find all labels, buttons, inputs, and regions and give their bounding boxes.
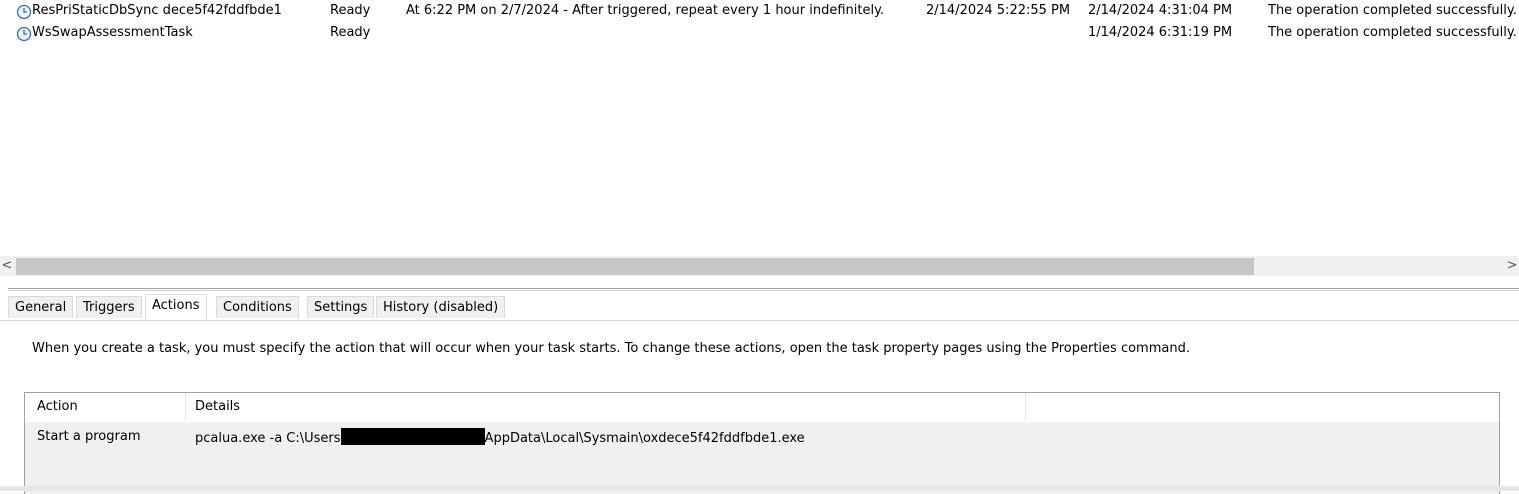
redaction-bar xyxy=(340,428,485,445)
column-header-action[interactable]: Action xyxy=(37,393,78,421)
task-last-run: 2/14/2024 4:31:04 PM xyxy=(1088,3,1233,18)
actions-description: When you create a task, you must specify… xyxy=(32,341,1190,356)
bottom-edge xyxy=(0,486,1519,491)
task-status: Ready xyxy=(330,3,371,18)
tab-settings[interactable]: Settings xyxy=(307,296,375,318)
task-last-run: 1/14/2024 6:31:19 PM xyxy=(1088,25,1233,40)
actions-table[interactable]: Action Details Start a program pcalua.ex… xyxy=(24,392,1500,494)
actions-tab-panel: When you create a task, you must specify… xyxy=(0,320,1519,494)
clock-icon xyxy=(16,26,32,42)
splitter-line xyxy=(8,288,1519,289)
task-row[interactable]: ResPriStaticDbSync dece5f42fddfbde1 Read… xyxy=(0,0,1519,22)
task-name: WsSwapAssessmentTask xyxy=(32,25,193,40)
column-header-details[interactable]: Details xyxy=(195,393,240,421)
tab-conditions[interactable]: Conditions xyxy=(216,296,299,318)
column-divider xyxy=(185,393,186,421)
pane-splitter[interactable] xyxy=(0,276,1519,294)
task-next-run: 2/14/2024 5:22:55 PM xyxy=(926,3,1071,18)
tab-actions[interactable]: Actions xyxy=(145,294,207,320)
details-prefix: pcalua.exe -a C:\Users xyxy=(195,431,341,446)
task-last-result: The operation completed successfully. xyxy=(1268,3,1517,18)
tab-strip: General Triggers Actions Conditions Sett… xyxy=(0,294,1519,320)
task-row[interactable]: WsSwapAssessmentTask Ready 1/14/2024 6:3… xyxy=(0,22,1519,44)
task-last-result: The operation completed successfully. xyxy=(1268,25,1517,40)
horizontal-scrollbar[interactable]: < > xyxy=(0,256,1519,276)
task-status: Ready xyxy=(330,25,371,40)
task-triggers: At 6:22 PM on 2/7/2024 - After triggered… xyxy=(406,3,885,18)
scrollbar-thumb[interactable] xyxy=(16,258,1254,275)
tab-triggers[interactable]: Triggers xyxy=(76,296,142,318)
clock-icon xyxy=(16,4,32,20)
scroll-right-arrow[interactable]: > xyxy=(1505,256,1519,276)
column-divider xyxy=(1025,393,1026,421)
table-row[interactable]: Start a program pcalua.exe -a C:\Users Ap… xyxy=(25,422,1499,494)
tab-history[interactable]: History (disabled) xyxy=(376,296,506,318)
action-details: pcalua.exe -a C:\Users AppData\Local\Sysm… xyxy=(195,428,805,448)
scroll-left-arrow[interactable]: < xyxy=(0,256,14,276)
tab-general[interactable]: General xyxy=(8,296,74,318)
action-type: Start a program xyxy=(37,429,141,444)
details-suffix: AppData\Local\Sysmain\oxdece5f42fddfbde1… xyxy=(484,431,805,446)
task-list[interactable]: ResPriStaticDbSync dece5f42fddfbde1 Read… xyxy=(0,0,1519,256)
splitter-line xyxy=(8,290,1519,291)
task-name: ResPriStaticDbSync dece5f42fddfbde1 xyxy=(32,3,282,18)
